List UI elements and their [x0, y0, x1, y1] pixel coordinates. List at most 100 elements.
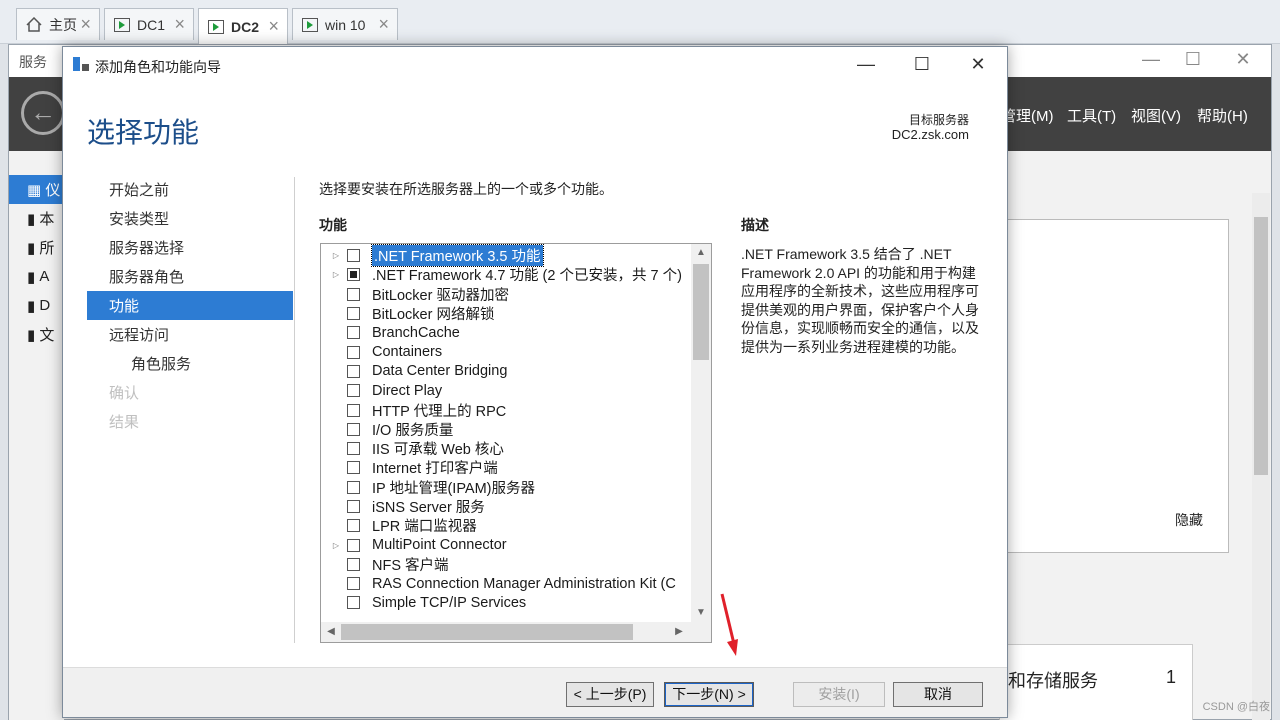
sidebar-item-dns[interactable]: ▮ D [9, 291, 64, 320]
features-hscrollbar[interactable]: ◀ ▶ [321, 622, 711, 642]
feature-row[interactable]: BranchCache [321, 323, 689, 342]
minimize-icon[interactable]: — [843, 53, 889, 77]
feature-label: Containers [372, 344, 443, 361]
feature-label: NFS 客户端 [372, 557, 449, 574]
feature-row[interactable]: BitLocker 驱动器加密 [321, 285, 689, 304]
feature-row[interactable]: HTTP 代理上的 RPC [321, 400, 689, 420]
annotation-arrow-icon [720, 593, 738, 656]
scrollbar-thumb[interactable] [1254, 217, 1268, 475]
nav-remote-access[interactable]: 远程访问 [87, 320, 293, 349]
feature-checkbox[interactable] [347, 442, 360, 456]
menu-help[interactable]: 帮助(H) [1197, 105, 1248, 126]
feature-row[interactable]: I/O 服务质量 [321, 420, 689, 439]
feature-checkbox[interactable] [347, 364, 360, 378]
feature-row[interactable]: ▷ .NET Framework 4.7 功能 (2 个已安装，共 7 个) [321, 265, 689, 284]
maximize-icon[interactable]: ☐ [1173, 49, 1213, 73]
feature-checkbox[interactable] [347, 287, 360, 301]
feature-row[interactable]: IP 地址管理(IPAM)服务器 [321, 478, 689, 497]
feature-label: BitLocker 网络解锁 [372, 307, 495, 324]
nav-server-selection[interactable]: 服务器选择 [87, 233, 293, 262]
feature-checkbox[interactable] [347, 480, 360, 494]
vm-icon [207, 19, 225, 35]
back-arrow-icon[interactable]: ← [21, 91, 65, 135]
feature-checkbox[interactable] [347, 577, 360, 591]
nav-features[interactable]: 功能 [87, 291, 293, 320]
feature-checkbox[interactable] [347, 307, 360, 321]
feature-row[interactable]: Internet 打印客户端 [321, 458, 689, 477]
scrollbar-thumb[interactable] [341, 624, 633, 640]
feature-row[interactable]: Direct Play [321, 381, 689, 400]
feature-label: BitLocker 驱动器加密 [372, 287, 509, 304]
sidebar-item-local[interactable]: ▮ 本 [9, 204, 64, 233]
feature-checkbox[interactable] [347, 384, 360, 398]
feature-checkbox[interactable] [347, 519, 360, 533]
feature-checkbox[interactable] [347, 422, 360, 436]
tab-dc2[interactable]: DC2 × [198, 8, 288, 44]
menu-tools[interactable]: 工具(T) [1067, 105, 1116, 126]
nav-role-services[interactable]: 角色服务 [87, 349, 293, 378]
feature-checkbox[interactable] [347, 596, 360, 610]
feature-row[interactable]: LPR 端口监视器 [321, 516, 689, 535]
feature-row[interactable]: ▷ .NET Framework 3.5 功能 [321, 244, 689, 268]
feature-row[interactable]: Data Center Bridging [321, 362, 689, 381]
feature-row[interactable]: IIS 可承载 Web 核心 [321, 439, 689, 458]
expand-arrow-icon[interactable]: ▷ [329, 251, 343, 260]
feature-row[interactable]: ▷ MultiPoint Connector [321, 535, 689, 554]
previous-button[interactable]: < 上一步(P) [566, 682, 654, 707]
target-server-name: DC2.zsk.com [891, 127, 969, 142]
close-icon[interactable]: × [378, 14, 389, 35]
sidebar-item-dashboard[interactable]: ▦ 仪 [9, 175, 64, 204]
feature-checkbox[interactable] [347, 500, 360, 513]
close-icon[interactable]: ✕ [1223, 49, 1263, 73]
feature-checkbox[interactable] [347, 461, 360, 475]
feature-checkbox[interactable] [347, 326, 360, 340]
feature-row[interactable]: NFS 客户端 [321, 555, 689, 574]
tab-dc1[interactable]: DC1 × [104, 8, 194, 40]
minimize-icon[interactable]: — [1131, 49, 1171, 73]
scroll-right-icon[interactable]: ▶ [669, 622, 689, 642]
feature-label: IIS 可承载 Web 核心 [372, 442, 504, 459]
feature-checkbox[interactable] [347, 403, 360, 417]
close-icon[interactable]: × [268, 16, 279, 37]
hide-link[interactable]: 隐藏 [1175, 510, 1203, 530]
scroll-down-icon[interactable]: ▼ [691, 604, 711, 622]
maximize-icon[interactable]: ☐ [899, 53, 945, 77]
features-vscrollbar[interactable]: ▲ ▼ [691, 244, 711, 622]
scroll-left-icon[interactable]: ◀ [321, 622, 341, 642]
scroll-up-icon[interactable]: ▲ [691, 244, 711, 262]
feature-checkbox[interactable] [347, 268, 360, 282]
feature-row[interactable]: iSNS Server 服务 [321, 497, 689, 516]
tab-win10[interactable]: win 10 × [292, 8, 398, 40]
tab-home[interactable]: 主页 × [16, 8, 100, 40]
role-tile[interactable]: 和存储服务 1 [999, 644, 1193, 720]
page-title: 选择功能 [87, 116, 200, 149]
feature-checkbox[interactable] [347, 557, 360, 571]
feature-checkbox[interactable] [347, 249, 360, 263]
nav-before-you-begin[interactable]: 开始之前 [87, 175, 293, 204]
close-icon[interactable]: × [80, 14, 91, 35]
close-icon[interactable]: × [174, 14, 185, 35]
wizard-footer: < 上一步(P) 下一步(N) > 安装(I) 取消 [63, 667, 1007, 717]
feature-row[interactable]: Simple TCP/IP Services [321, 593, 689, 612]
feature-checkbox[interactable] [347, 345, 360, 359]
server-manager-scrollbar[interactable] [1252, 193, 1270, 720]
feature-row[interactable]: RAS Connection Manager Administration Ki… [321, 574, 689, 593]
cancel-button[interactable]: 取消 [893, 682, 983, 707]
features-list[interactable]: ▷ .NET Framework 3.5 功能 ▷ .NET Framework 4.… [320, 243, 712, 643]
sidebar-item-ad[interactable]: ▮ A [9, 262, 64, 291]
nav-installation-type[interactable]: 安装类型 [87, 204, 293, 233]
next-button[interactable]: 下一步(N) > [664, 682, 754, 707]
menu-view[interactable]: 视图(V) [1131, 105, 1181, 126]
wizard-nav: 开始之前 安装类型 服务器选择 服务器角色 功能 远程访问 角色服务 确认 结果 [87, 175, 293, 436]
scrollbar-thumb[interactable] [693, 264, 709, 360]
expand-arrow-icon[interactable]: ▷ [329, 541, 343, 550]
close-icon[interactable]: ✕ [955, 53, 1001, 77]
sidebar-item-all[interactable]: ▮ 所 [9, 233, 64, 262]
sidebar-item-files[interactable]: ▮ 文 [9, 320, 64, 349]
feature-checkbox[interactable] [347, 538, 360, 552]
feature-row[interactable]: BitLocker 网络解锁 [321, 304, 689, 323]
nav-server-roles[interactable]: 服务器角色 [87, 262, 293, 291]
menu-manage[interactable]: 管理(M) [1001, 105, 1054, 126]
expand-arrow-icon[interactable]: ▷ [329, 270, 343, 279]
feature-row[interactable]: Containers [321, 342, 689, 361]
